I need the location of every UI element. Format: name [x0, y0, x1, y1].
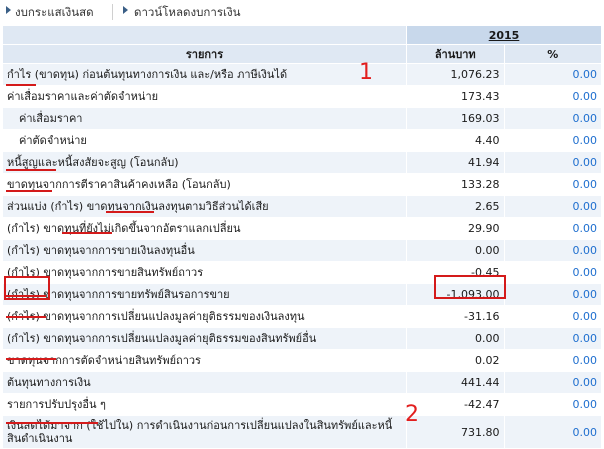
row-value: 29.90: [406, 217, 505, 240]
column-header-pct: %: [503, 44, 602, 64]
row-label: รายการปรับปรุงอื่น ๆ: [2, 393, 407, 416]
annotation-box: [434, 275, 506, 299]
table-row: ส่วนแบ่ง (กำไร) ขาดทุนจากเงินลงทุนตามวิธ…: [2, 195, 602, 218]
column-header-row: รายการ ล้านบาท %: [2, 44, 602, 64]
table-row: กำไร (ขาดทุน) ก่อนต้นทุนทางการเงิน และ/ห…: [2, 63, 602, 86]
annotation-underline: [6, 358, 56, 360]
row-label: (กำไร) ขาดทุนที่ยังไม่เกิดขึ้นจากอัตราแล…: [2, 217, 407, 240]
row-value: 41.94: [406, 151, 505, 174]
row-pct: 0.00: [503, 305, 602, 328]
annotation-underline: [6, 422, 98, 424]
annotation-box: [4, 276, 50, 300]
table-row: (กำไร) ขาดทุนจากการขายเงินลงทุนอื่น 0.00…: [2, 239, 602, 262]
row-value: 173.43: [406, 85, 505, 108]
row-pct: 0.00: [503, 261, 602, 284]
row-pct: 0.00: [503, 283, 602, 306]
annotation-marker-1: 1: [359, 60, 373, 85]
table-row: รายการปรับปรุงอื่น ๆ -42.47 0.00: [2, 393, 602, 416]
row-value: -42.47: [406, 393, 505, 416]
row-pct: 0.00: [503, 393, 602, 416]
row-value: 4.40: [406, 129, 505, 152]
row-pct: 0.00: [503, 349, 602, 372]
table-row: เงินสดได้มาจาก (ใช้ไปใน) การดำเนินงานก่อ…: [2, 415, 602, 449]
annotation-marker-2: 2: [405, 402, 419, 427]
row-value: -31.16: [406, 305, 505, 328]
top-toolbar: งบกระแสเงินสด ดาวน์โหลดงบการเงิน: [0, 0, 604, 24]
row-label: (กำไร) ขาดทุนจากการเปลี่ยนแปลงมูลค่ายุติ…: [2, 305, 407, 328]
row-pct: 0.00: [503, 151, 602, 174]
column-header-item: รายการ: [2, 44, 407, 64]
row-pct: 0.00: [503, 217, 602, 240]
row-label: ค่าตัดจำหน่าย: [2, 129, 407, 152]
row-label: ขาดทุนจากการตัดจำหน่ายสินทรัพย์ถาวร: [2, 349, 407, 372]
table-row: (กำไร) ขาดทุนจากการขายสินทรัพย์ถาวร -0.4…: [2, 261, 602, 284]
year-header[interactable]: 2015: [406, 25, 602, 45]
download-financials-link[interactable]: ดาวน์โหลดงบการเงิน: [134, 4, 240, 20]
row-label: เงินสดได้มาจาก (ใช้ไปใน) การดำเนินงานก่อ…: [2, 415, 407, 449]
annotation-underline: [6, 169, 56, 171]
row-value: 0.00: [406, 327, 505, 350]
toolbar-divider: [112, 4, 113, 20]
row-pct: 0.00: [503, 129, 602, 152]
table-row: ขาดทุนจากการตีราคาสินค้าคงเหลือ (โอนกลับ…: [2, 173, 602, 196]
row-value: 731.80: [406, 415, 505, 449]
year-header-row: 2015: [2, 25, 602, 45]
arrow-right-icon: [123, 6, 128, 14]
row-value: 169.03: [406, 107, 505, 130]
row-label: ส่วนแบ่ง (กำไร) ขาดทุนจากเงินลงทุนตามวิธ…: [2, 195, 407, 218]
row-value: 0.02: [406, 349, 505, 372]
table-row: (กำไร) ขาดทุนจากการเปลี่ยนแปลงมูลค่ายุติ…: [2, 305, 602, 328]
table-row: หนี้สูญและหนี้สงสัยจะสูญ (โอนกลับ) 41.94…: [2, 151, 602, 174]
row-label: ขาดทุนจากการตีราคาสินค้าคงเหลือ (โอนกลับ…: [2, 173, 407, 196]
annotation-underline: [62, 232, 112, 234]
row-pct: 0.00: [503, 63, 602, 86]
row-label: (กำไร) ขาดทุนจากการขายเงินลงทุนอื่น: [2, 239, 407, 262]
cashflow-table: 2015 รายการ ล้านบาท % กำไร (ขาดทุน) ก่อน…: [2, 25, 602, 449]
row-pct: 0.00: [503, 195, 602, 218]
table-row: ขาดทุนจากการตัดจำหน่ายสินทรัพย์ถาวร 0.02…: [2, 349, 602, 372]
row-pct: 0.00: [503, 371, 602, 394]
table-row: (กำไร) ขาดทุนจากการเปลี่ยนแปลงมูลค่ายุติ…: [2, 327, 602, 350]
row-value: 441.44: [406, 371, 505, 394]
column-header-amount: ล้านบาท: [406, 44, 505, 64]
row-label: ต้นทุนทางการเงิน: [2, 371, 407, 394]
table-row: ต้นทุนทางการเงิน 441.44 0.00: [2, 371, 602, 394]
table-row: (กำไร) ขาดทุนจากการขายทรัพย์สินรอการขาย …: [2, 283, 602, 306]
row-label: กำไร (ขาดทุน) ก่อนต้นทุนทางการเงิน และ/ห…: [2, 63, 407, 86]
row-pct: 0.00: [503, 85, 602, 108]
row-value: 1,076.23: [406, 63, 505, 86]
row-label: หนี้สูญและหนี้สงสัยจะสูญ (โอนกลับ): [2, 151, 407, 174]
table-row: ค่าเสื่อมราคาและค่าตัดจำหน่าย 173.43 0.0…: [2, 85, 602, 108]
row-pct: 0.00: [503, 239, 602, 262]
annotation-underline: [6, 190, 52, 192]
annotation-underline: [106, 211, 154, 213]
row-value: 0.00: [406, 239, 505, 262]
table-row: ค่าเสื่อมราคา 169.03 0.00: [2, 107, 602, 130]
table-row: ค่าตัดจำหน่าย 4.40 0.00: [2, 129, 602, 152]
annotation-underline: [6, 316, 46, 318]
row-pct: 0.00: [503, 415, 602, 449]
row-pct: 0.00: [503, 107, 602, 130]
row-label: ค่าเสื่อมราคา: [2, 107, 407, 130]
row-label: (กำไร) ขาดทุนจากการขายสินทรัพย์ถาวร: [2, 261, 407, 284]
row-value: 133.28: [406, 173, 505, 196]
row-label: (กำไร) ขาดทุนจากการขายทรัพย์สินรอการขาย: [2, 283, 407, 306]
cashflow-link[interactable]: งบกระแสเงินสด: [15, 4, 94, 20]
row-pct: 0.00: [503, 173, 602, 196]
header-spacer: [2, 25, 407, 45]
arrow-right-icon: [6, 6, 11, 14]
table-row: (กำไร) ขาดทุนที่ยังไม่เกิดขึ้นจากอัตราแล…: [2, 217, 602, 240]
row-value: 2.65: [406, 195, 505, 218]
row-label: (กำไร) ขาดทุนจากการเปลี่ยนแปลงมูลค่ายุติ…: [2, 327, 407, 350]
annotation-underline: [6, 84, 36, 86]
row-pct: 0.00: [503, 327, 602, 350]
row-label: ค่าเสื่อมราคาและค่าตัดจำหน่าย: [2, 85, 407, 108]
